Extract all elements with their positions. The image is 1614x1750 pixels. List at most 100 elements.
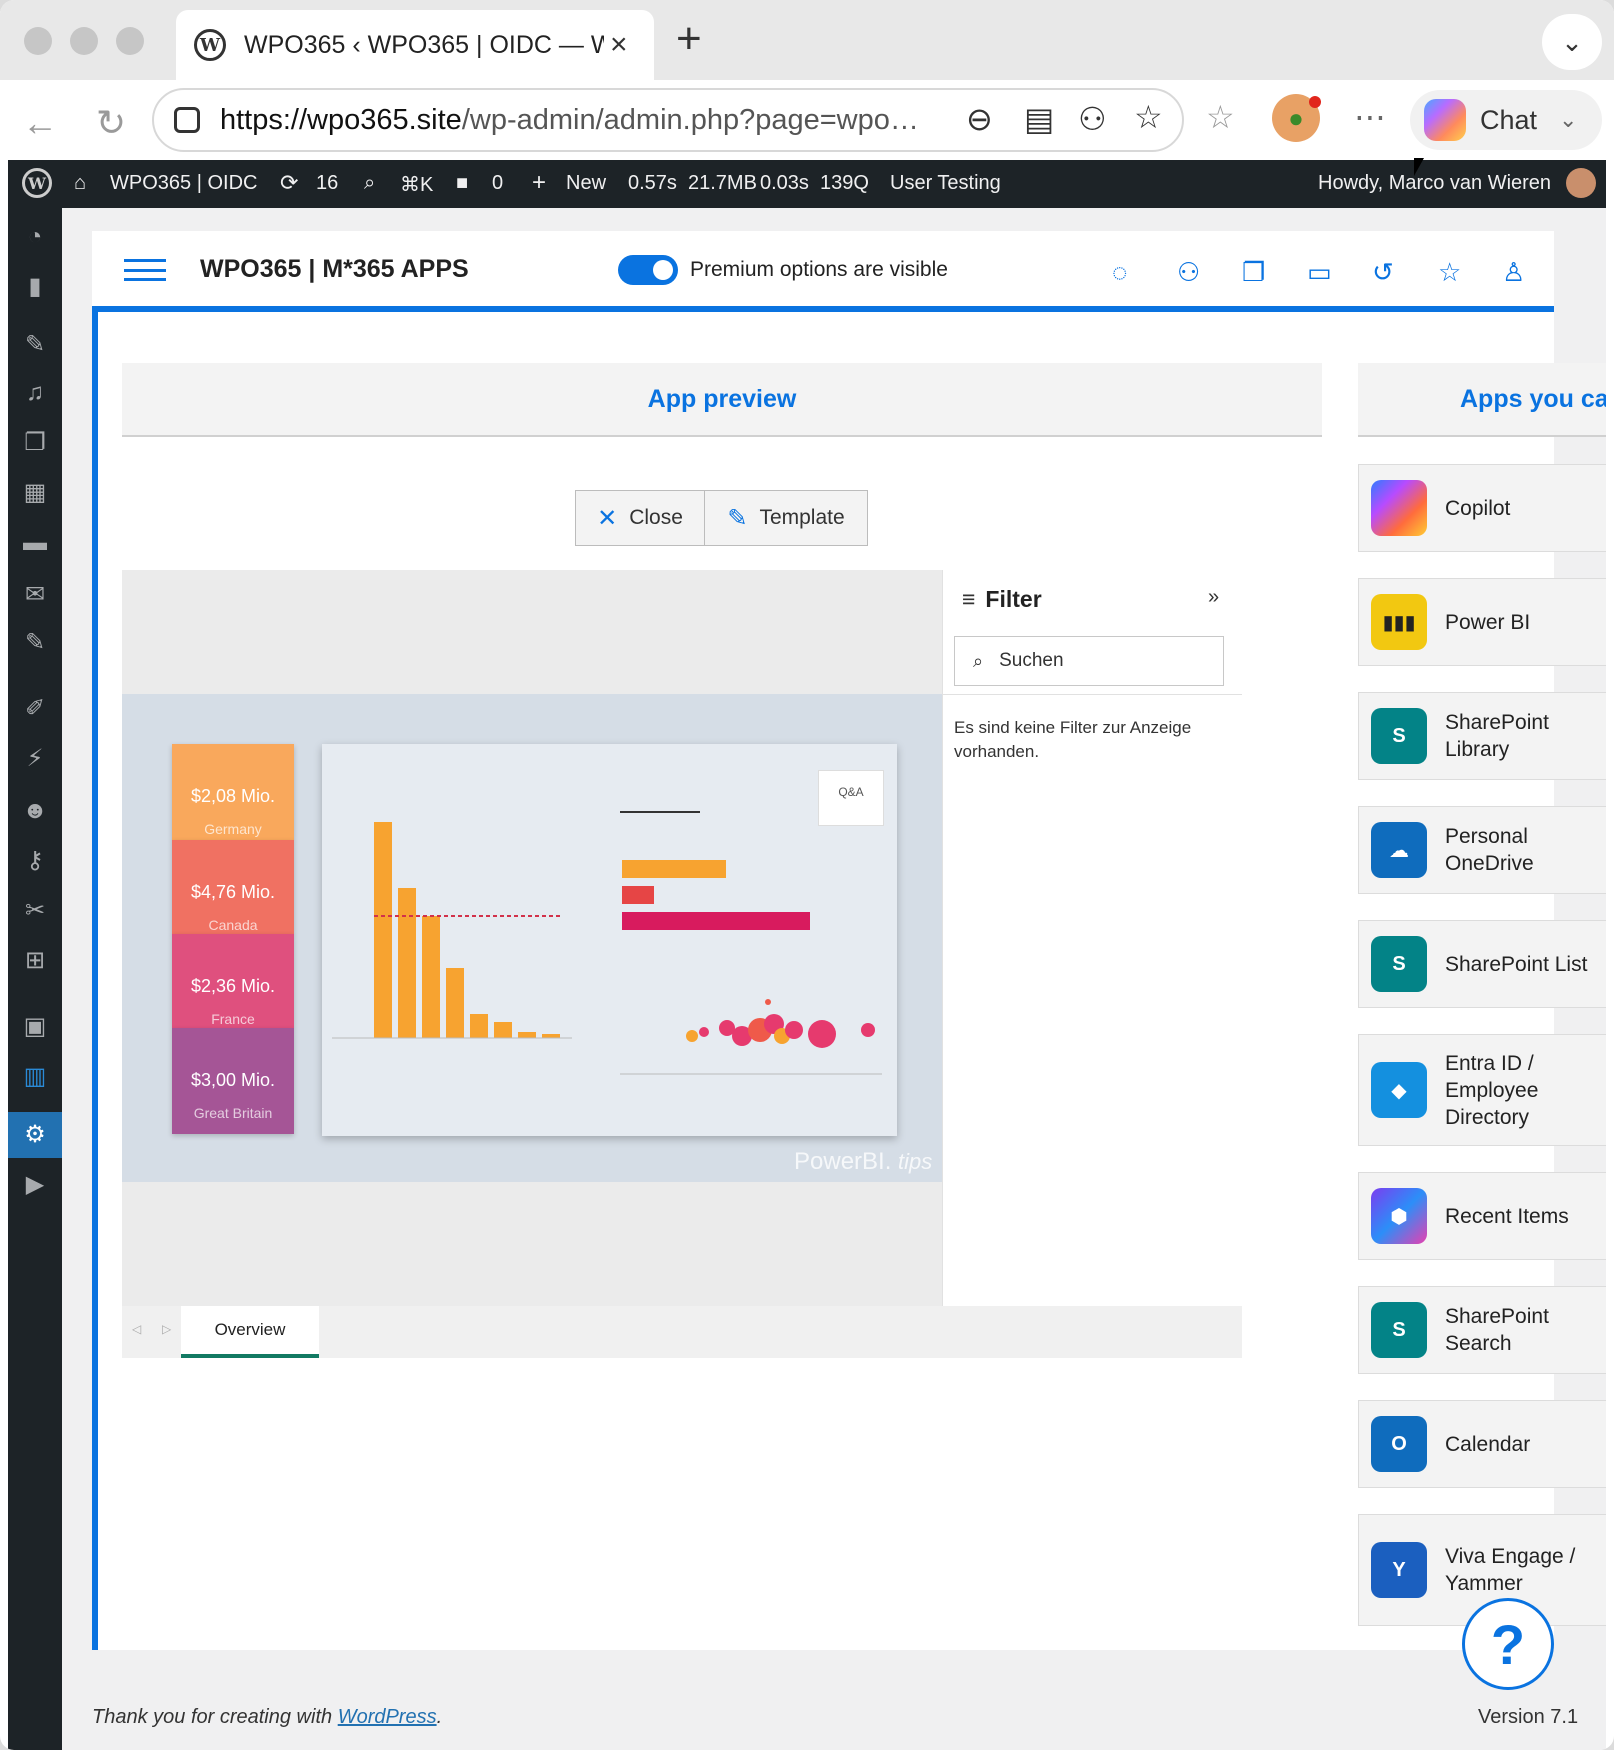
app-item[interactable]: ◆ Entra ID / Employee Directory [1358,1034,1606,1146]
browser-window: W WPO365 ‹ WPO365 | OIDC — W × + ⌄ ← ↻ h… [0,0,1614,1750]
perf-queries[interactable]: 139Q [820,172,869,195]
home-icon[interactable]: ⌂ [74,172,86,195]
app-item[interactable]: ☁ Personal OneDrive [1358,806,1606,894]
yammer-icon: Y [1371,1542,1427,1598]
perf-memory[interactable]: 21.7MB [688,172,757,195]
browser-tab-active[interactable]: W WPO365 ‹ WPO365 | OIDC — W × [176,10,654,80]
tab-actions-chevron-icon[interactable]: ⌄ [1542,14,1602,70]
profile-switch-icon[interactable]: ⚇ [1078,100,1107,138]
collapse-chevron-icon[interactable]: » [1208,586,1219,609]
history-icon[interactable]: ↺ [1372,257,1394,288]
prev-page-icon[interactable]: ◁ [132,1322,141,1336]
environment-label[interactable]: User Testing [890,172,1001,195]
howdy-user[interactable]: Howdy, Marco van Wieren [1318,172,1551,195]
app-item[interactable]: S SharePoint List [1358,920,1606,1008]
minimize-window-button[interactable] [70,27,98,55]
key-icon[interactable]: ⚷ [20,846,50,876]
refresh-icon[interactable]: ↻ [96,102,126,144]
search-icon[interactable]: ⌕ [364,172,375,195]
perf-time[interactable]: 0.57s [628,172,677,195]
close-window-button[interactable] [24,27,52,55]
documents-icon[interactable]: ❐ [1242,257,1265,288]
kpi-card: $3,00 Mio. Great Britain [172,1028,294,1134]
dashboard-icon[interactable]: ◔ [20,222,50,252]
site-info-lock-icon[interactable] [174,107,200,133]
person-feedback-icon[interactable]: ⚇ [1177,257,1200,288]
new-content-link[interactable]: New [566,172,606,195]
maximize-window-button[interactable] [116,27,144,55]
template-button[interactable]: ✎ Template [705,491,867,545]
close-button[interactable]: ✕ Close [576,491,705,545]
template-label: Template [759,506,845,529]
next-page-icon[interactable]: ▷ [162,1322,171,1336]
admin-bar-site-name[interactable]: WPO365 | OIDC [110,172,257,195]
filter-title: ≡ Filter [962,586,1042,612]
appearance-brush-icon[interactable]: ✐ [20,694,50,724]
premium-toggle-label: Premium options are visible [690,258,948,281]
qa-button[interactable]: Q&A [818,770,884,826]
brand-text: PowerBI. [794,1148,892,1175]
hamburger-menu-icon[interactable] [124,259,166,281]
pages-icon[interactable]: ❐ [20,428,50,458]
command-shortcut[interactable]: ⌘K [400,172,433,197]
plugins-icon[interactable]: ⚡ [20,744,50,774]
updates-count[interactable]: 16 [316,172,338,195]
new-tab-button[interactable]: + [676,14,702,64]
comments-icon[interactable]: ▬ [20,528,50,558]
media-icon[interactable]: ♫ [20,378,50,408]
copilot-chat-button[interactable]: Chat ⌄ [1410,90,1602,150]
more-options-icon[interactable]: ⋯ [1354,98,1386,136]
comments-icon[interactable]: ■ [456,172,468,195]
app-item[interactable]: O Calendar [1358,1400,1606,1488]
copilot-icon [1424,99,1466,141]
play-icon[interactable]: ▶ [20,1170,50,1200]
chevron-down-icon[interactable]: ⌄ [1559,107,1577,133]
grid-icon[interactable]: ▣ [20,1012,50,1042]
m365-icon: ⬢ [1371,1188,1427,1244]
stats-icon[interactable]: ▮ [20,272,50,302]
premium-toggle[interactable] [618,255,678,285]
favorite-star-icon[interactable]: ☆ [1134,98,1163,136]
users-icon[interactable]: ☻ [20,796,50,826]
app-item[interactable]: ⬢ Recent Items [1358,1172,1606,1260]
mail-icon[interactable]: ✉ [20,580,50,610]
screen-comment-icon[interactable]: ▭ [1307,257,1332,288]
star-add-icon[interactable]: ☆ [1438,257,1461,288]
app-item[interactable]: ▮▮▮ Power BI [1358,578,1606,666]
kpi-value: $4,76 Mio. [190,882,276,902]
kpi-country: Germany [204,821,262,837]
gear-icon[interactable]: ⚙ [8,1112,62,1158]
blocks-icon[interactable]: ▦ [20,478,50,508]
tab-title: WPO365 ‹ WPO365 | OIDC — W [244,30,604,59]
help-button[interactable]: ? [1462,1598,1554,1690]
plugin-header: WPO365 | M*365 APPS Premium options are … [92,231,1554,312]
app-item[interactable]: S SharePoint Library [1358,692,1606,780]
chat-label: Chat [1480,104,1538,135]
wordpress-logo-icon[interactable]: W [22,168,52,198]
pin-icon[interactable]: ✎ [20,628,50,658]
close-tab-icon[interactable]: × [610,28,628,62]
perf-query-time[interactable]: 0.03s [760,172,809,195]
back-arrow-icon[interactable]: ← [22,102,58,144]
tools-wrench-icon[interactable]: ✂ [20,896,50,926]
filter-empty-message: Es sind keine Filter zur Anzeige vorhand… [954,718,1192,761]
posts-pin-icon[interactable]: ✎ [20,330,50,360]
filter-search-input[interactable]: ⌕ Suchen [954,636,1224,686]
pencil-icon: ✎ [727,504,748,532]
comments-count[interactable]: 0 [492,172,503,195]
plus-icon[interactable]: + [532,169,546,197]
favorites-list-icon[interactable]: ☆ [1206,98,1235,136]
user-avatar[interactable] [1566,168,1596,198]
kpi-card: $2,36 Mio. France [172,934,294,1028]
wordpress-link[interactable]: WordPress [338,1706,437,1728]
app-item[interactable]: S SharePoint Search [1358,1286,1606,1374]
building-icon[interactable]: ▥ [20,1062,50,1092]
person-icon[interactable]: ♙ [1502,257,1525,288]
chat-bubble-icon[interactable]: ◌ [1112,257,1127,288]
app-item[interactable]: Copilot [1358,464,1606,552]
tab-overview[interactable]: Overview [181,1306,319,1358]
settings-plus-icon[interactable]: ⊞ [20,946,50,976]
zoom-icon[interactable]: ⊖ [966,100,993,138]
updates-icon[interactable]: ⟳ [280,170,298,196]
reader-view-icon[interactable]: ▤ [1024,100,1054,138]
